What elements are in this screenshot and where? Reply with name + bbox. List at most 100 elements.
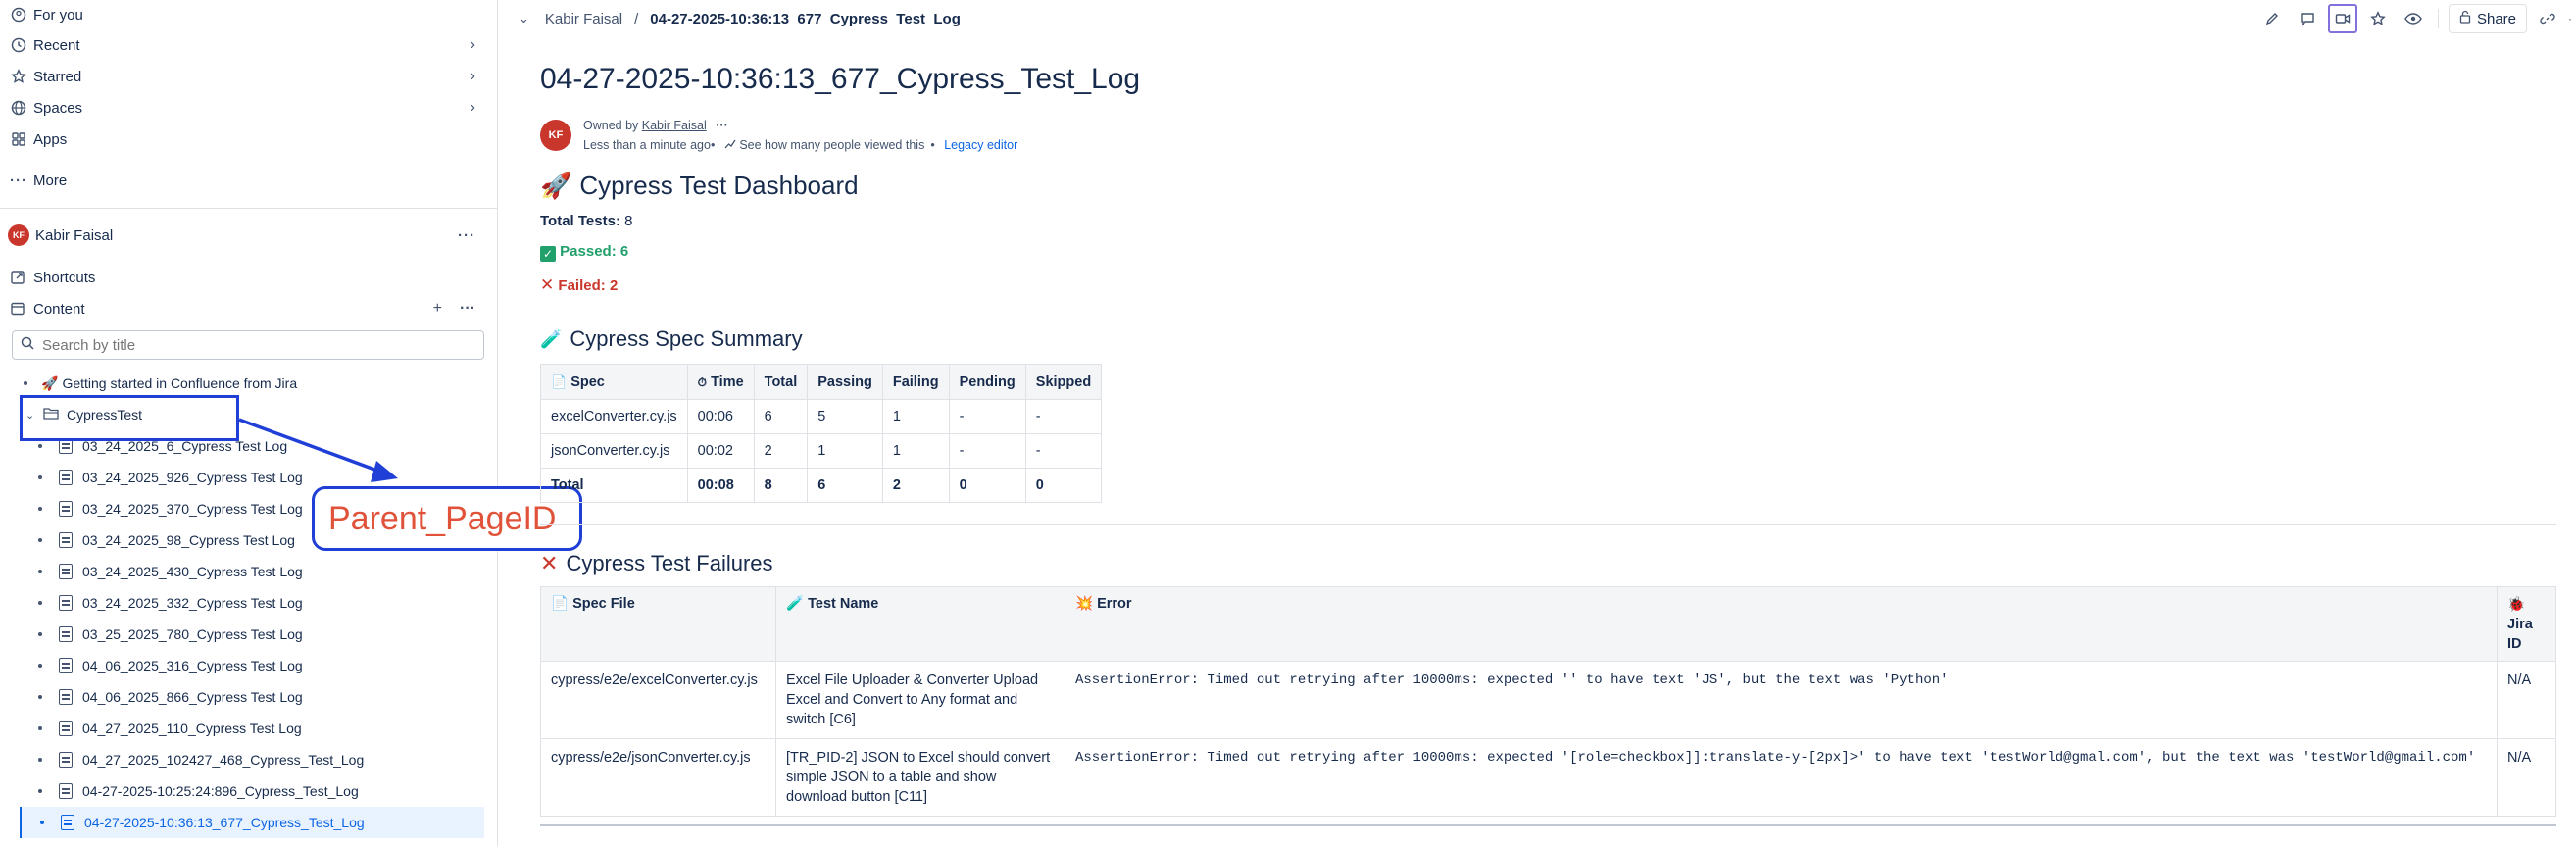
page-icon	[59, 689, 73, 705]
search-input[interactable]	[42, 336, 434, 354]
test-tube-icon: 🧪	[786, 596, 805, 612]
tree-page-item[interactable]: 03_25_2025_780_Cypress Test Log	[0, 619, 497, 650]
chevron-right-icon[interactable]: ›	[471, 99, 475, 117]
tree-page-item[interactable]: 04-27-2025-10:25:24:896_Cypress_Test_Log	[0, 775, 497, 807]
tree-bullet	[24, 381, 27, 385]
table-cell: Excel File Uploader & Converter Upload E…	[775, 661, 1065, 739]
top-actions: Share ·	[2257, 0, 2576, 37]
page-icon	[59, 470, 73, 485]
nav-more[interactable]: ··· More	[0, 165, 497, 196]
header-label: Pending	[959, 373, 1016, 390]
table-cell: AssertionError: Timed out retrying after…	[1065, 661, 2498, 739]
avatar[interactable]: KF	[540, 120, 571, 151]
shortcuts-row[interactable]: Shortcuts	[0, 262, 497, 293]
nav-starred[interactable]: Starred ›	[0, 61, 497, 92]
tree-page-item[interactable]: 03_24_2025_430_Cypress Test Log	[0, 556, 497, 587]
watch-eye-icon[interactable]	[2399, 4, 2428, 33]
passed-value: 6	[619, 243, 629, 260]
tree-page-item[interactable]: 04_27_2025_110_Cypress Test Log	[0, 713, 497, 744]
page-icon	[59, 752, 73, 768]
content-row[interactable]: Content + ···	[0, 293, 497, 324]
search-icon	[21, 336, 34, 355]
nav-spaces[interactable]: Spaces ›	[0, 92, 497, 124]
page-icon	[59, 532, 73, 548]
failures-header-jira: 🐞 Jira ID	[2497, 586, 2556, 662]
share-label: Share	[2476, 10, 2516, 27]
comment-icon[interactable]	[2293, 4, 2322, 33]
content-icon	[10, 301, 27, 317]
failures-heading: ✕ Cypress Test Failures	[540, 551, 2556, 576]
nav-label: Recent	[33, 36, 80, 54]
nav-recent[interactable]: Recent ›	[0, 29, 497, 61]
analytics-icon	[724, 138, 739, 152]
video-icon[interactable]	[2327, 4, 2357, 33]
tree-bullet	[38, 601, 42, 605]
cross-icon: ✕	[540, 275, 555, 294]
more-dots-icon[interactable]: ···	[716, 119, 728, 132]
tree-page-item[interactable]: 04_06_2025_316_Cypress Test Log	[0, 650, 497, 681]
tree-bullet	[38, 726, 42, 730]
table-cell: 5	[807, 399, 883, 434]
failures-header-error: 💥 Error	[1065, 586, 2498, 662]
nav-for-you[interactable]: For you	[0, 0, 497, 29]
chevron-right-icon[interactable]: ›	[471, 68, 475, 85]
summary-header-cell: Pending	[948, 364, 1026, 400]
tree-page-item[interactable]: 04_27_2025_102427_468_Cypress_Test_Log	[0, 744, 497, 775]
table-cell: cypress/e2e/jsonConverter.cy.js	[540, 738, 776, 817]
search-box[interactable]	[12, 330, 484, 360]
nav-label: More	[33, 172, 68, 189]
header-label: Total	[764, 373, 798, 390]
table-cell: 8	[753, 468, 809, 503]
tree-page-label: 04-27-2025-10:36:13_677_Cypress_Test_Log	[84, 815, 365, 830]
table-cell: excelConverter.cy.js	[540, 399, 688, 434]
more-dots-icon[interactable]: ···	[460, 300, 475, 318]
link-icon[interactable]	[2533, 4, 2562, 33]
tree-page-item[interactable]: 03_24_2025_332_Cypress Test Log	[0, 587, 497, 619]
table-row: excelConverter.cy.js 00:06 6 5 1- -	[540, 399, 1103, 434]
legacy-editor-link[interactable]: Legacy editor	[944, 138, 1017, 152]
table-cell: 1	[881, 433, 950, 469]
edit-icon[interactable]	[2257, 4, 2287, 33]
space-name: Kabir Faisal	[35, 226, 114, 244]
breadcrumb-separator: /	[634, 10, 639, 27]
header-label: Skipped	[1035, 373, 1092, 390]
tree-bullet	[38, 758, 42, 762]
header-label: Passing	[817, 373, 872, 390]
owned-by-label: Owned by	[583, 119, 639, 132]
table-cell: [TR_PID-2] JSON to Excel should convert …	[775, 738, 1065, 817]
table-cell: 0	[948, 468, 1026, 503]
views-link[interactable]: See how many people viewed this	[739, 138, 924, 152]
table-total-row: Total 00:08 8 6 2 0 0	[540, 468, 1103, 503]
table-cell: 1	[807, 433, 883, 469]
star-icon[interactable]	[2363, 4, 2393, 33]
failed-stat: ✕ Failed: 2	[540, 275, 2556, 295]
header-label: Test Name	[808, 596, 879, 612]
chevron-right-icon[interactable]: ›	[471, 36, 475, 54]
more-dots-icon[interactable]: ···	[458, 227, 475, 244]
space-header[interactable]: KF Kabir Faisal ···	[0, 219, 497, 252]
failures-header-test: 🧪 Test Name	[775, 586, 1065, 662]
more-dots-icon[interactable]: ·	[2568, 12, 2576, 25]
add-icon[interactable]: +	[433, 300, 442, 318]
breadcrumb-space[interactable]: Kabir Faisal	[545, 11, 622, 27]
tree-page-item[interactable]: 04_06_2025_866_Cypress Test Log	[0, 681, 497, 713]
tree-bullet	[38, 695, 42, 699]
tree-page-label: 04_06_2025_866_Cypress Test Log	[82, 689, 303, 705]
header-label: Spec File	[572, 596, 635, 612]
shortcuts-label: Shortcuts	[33, 269, 96, 286]
table-cell: -	[948, 433, 1026, 469]
tree-bullet	[38, 632, 42, 636]
chevron-down-icon[interactable]: ⌄	[519, 11, 529, 26]
nav-apps[interactable]: Apps	[0, 124, 497, 155]
share-button[interactable]: Share	[2448, 4, 2527, 33]
table-cell: 6	[753, 399, 809, 434]
breadcrumb-page[interactable]: 04-27-2025-10:36:13_677_Cypress_Test_Log	[650, 11, 961, 27]
passed-stat: ✓ Passed: 6	[540, 243, 2556, 262]
collision-icon: 💥	[1075, 596, 1094, 612]
tree-bullet	[38, 789, 42, 793]
page-title: 04-27-2025-10:36:13_677_Cypress_Test_Log	[540, 63, 1141, 95]
sidebar-divider	[0, 208, 497, 209]
owner-link[interactable]: Kabir Faisal	[642, 119, 707, 132]
byline: KF Owned by Kabir Faisal ··· Less than a…	[540, 116, 2556, 155]
tree-page-item[interactable]: 04-27-2025-10:36:13_677_Cypress_Test_Log	[20, 807, 484, 838]
